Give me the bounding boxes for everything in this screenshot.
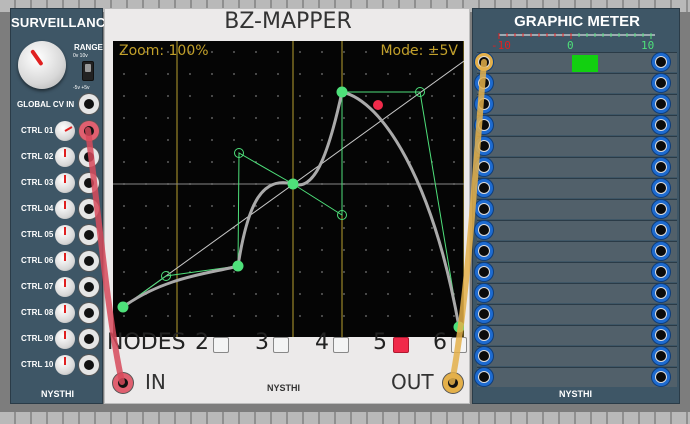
red-patch-cable[interactable] (85, 127, 125, 385)
yellow-patch-cable[interactable] (449, 59, 487, 385)
patch-cables (85, 59, 487, 385)
rack: SURVEILLANCE RANGE 0v 10v -5v +5v GLOBAL… (0, 0, 690, 424)
